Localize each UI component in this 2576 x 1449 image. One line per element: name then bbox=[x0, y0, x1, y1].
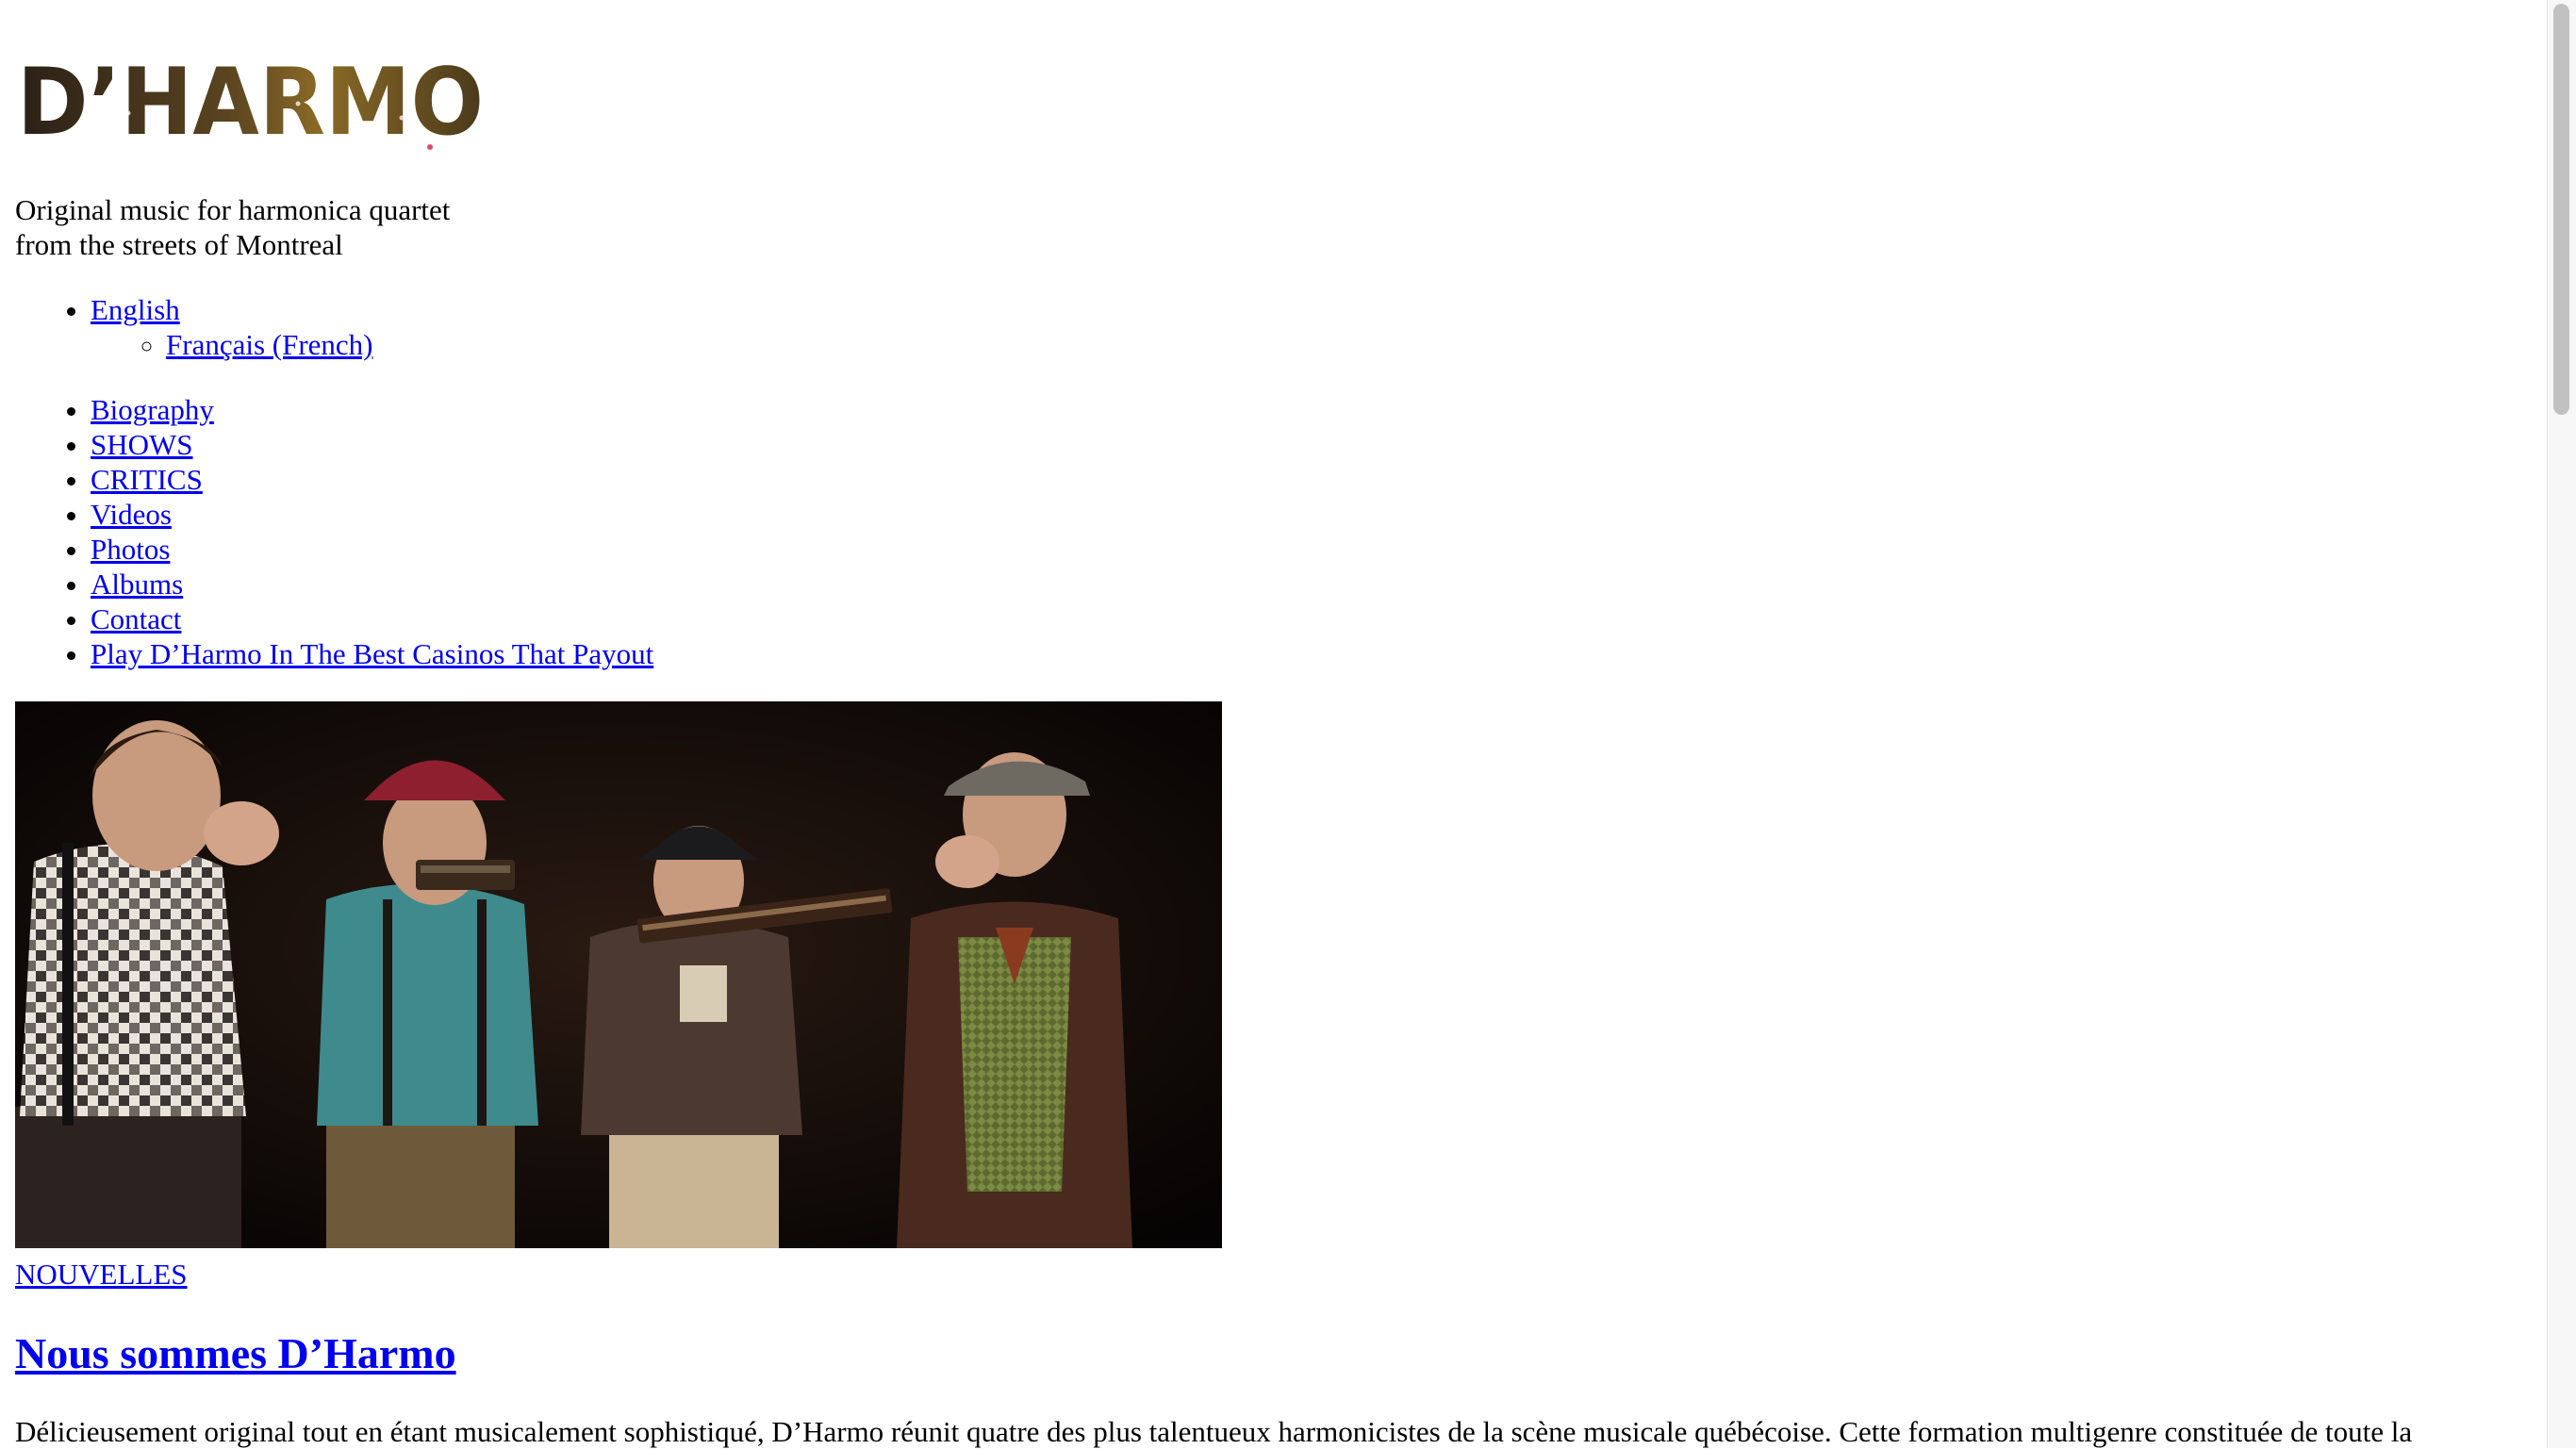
nav-item: SHOWS bbox=[91, 427, 653, 462]
nav-item: Play D’Harmo In The Best Casinos That Pa… bbox=[91, 636, 653, 671]
harmonica-quartet-photo bbox=[15, 701, 1222, 1248]
language-link-french[interactable]: Français (French) bbox=[166, 328, 373, 361]
tagline-line-2: from the streets of Montreal bbox=[15, 228, 343, 261]
nav-link-videos[interactable]: Videos bbox=[91, 498, 172, 531]
nav-item: Biography bbox=[91, 392, 653, 427]
language-switcher: English Français (French) bbox=[91, 292, 373, 362]
post-excerpt: Délicieusement original tout en étant mu… bbox=[15, 1415, 2413, 1448]
nav-link-albums[interactable]: Albums bbox=[91, 568, 183, 601]
svg-text:D’HARMO: D’HARMO bbox=[17, 49, 484, 156]
logo-graphic: D’HARMO bbox=[17, 49, 484, 156]
main-navigation: Biography SHOWS CRITICS Videos Photos Al… bbox=[91, 392, 653, 671]
post-title: Nous sommes D’Harmo bbox=[15, 1327, 456, 1380]
language-sublist: Français (French) bbox=[166, 327, 373, 362]
nav-link-contact[interactable]: Contact bbox=[91, 602, 181, 635]
tagline-line-1: Original music for harmonica quartet bbox=[15, 193, 451, 226]
nav-item: Videos bbox=[91, 497, 653, 532]
nav-link-shows[interactable]: SHOWS bbox=[91, 428, 193, 461]
post-title-link[interactable]: Nous sommes D’Harmo bbox=[15, 1329, 456, 1377]
language-item-english: English Français (French) bbox=[91, 292, 373, 362]
site-tagline: Original music for harmonica quartet fro… bbox=[15, 192, 450, 262]
scrollbar-thumb[interactable] bbox=[2553, 4, 2569, 415]
nav-item: Photos bbox=[91, 532, 653, 567]
page-scrollbar[interactable] bbox=[2547, 0, 2576, 1448]
language-link-english[interactable]: English bbox=[91, 293, 180, 326]
featured-image[interactable] bbox=[15, 701, 1222, 1248]
post-category-link[interactable]: NOUVELLES bbox=[15, 1257, 188, 1292]
nav-item: Albums bbox=[91, 567, 653, 601]
nav-link-critics[interactable]: CRITICS bbox=[91, 463, 203, 496]
language-item-french: Français (French) bbox=[166, 327, 373, 362]
nav-link-casinos[interactable]: Play D’Harmo In The Best Casinos That Pa… bbox=[91, 637, 653, 670]
nav-link-biography[interactable]: Biography bbox=[91, 393, 214, 426]
nav-link-photos[interactable]: Photos bbox=[91, 533, 170, 566]
nav-item: CRITICS bbox=[91, 462, 653, 497]
nav-item: Contact bbox=[91, 601, 653, 636]
site-logo[interactable]: D’HARMO bbox=[15, 47, 487, 156]
